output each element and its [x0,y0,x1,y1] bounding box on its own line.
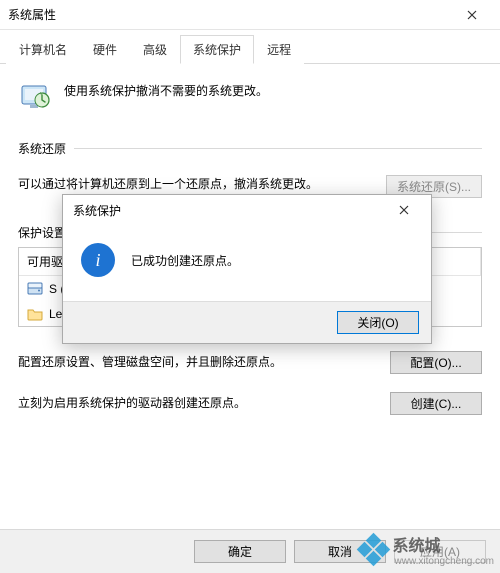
message-box-footer: 关闭(O) [63,301,431,343]
watermark-url: www.xitongcheng.com [395,556,495,567]
message-box-close-button[interactable]: 关闭(O) [337,311,419,334]
message-box-title: 系统保护 [73,202,121,219]
watermark-brand: 系统城 [393,532,495,556]
close-icon [399,205,409,215]
message-box-body: i 已成功创建还原点。 [63,225,431,301]
message-box-titlebar: 系统保护 [63,195,431,225]
message-box: 系统保护 i 已成功创建还原点。 关闭(O) [62,194,432,344]
message-box-text: 已成功创建还原点。 [131,252,239,269]
info-icon: i [81,243,115,277]
watermark: 系统城 www.xitongcheng.com [361,532,495,567]
message-box-close-x[interactable] [385,197,423,223]
watermark-logo-icon [361,537,387,563]
